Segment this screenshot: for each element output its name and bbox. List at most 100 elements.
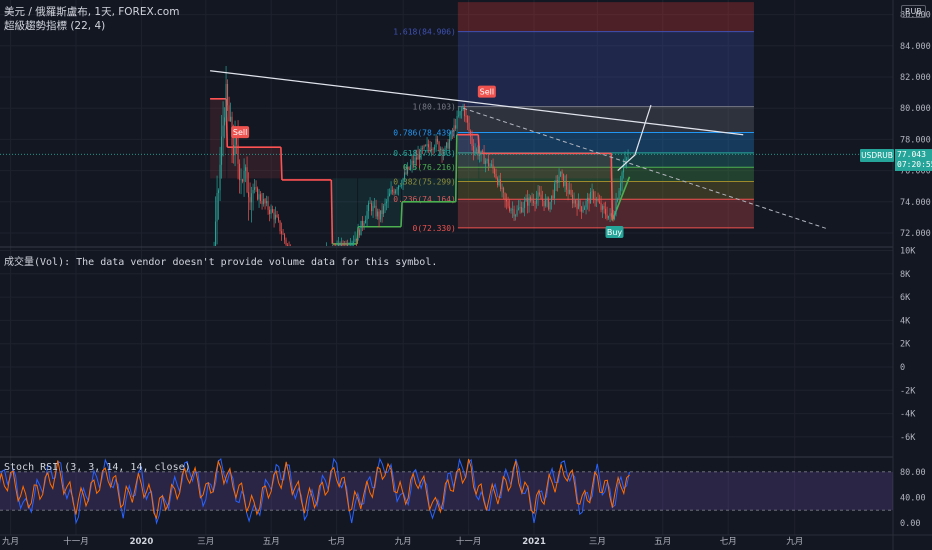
- candle-body: [202, 335, 203, 337]
- candle-body: [363, 223, 365, 226]
- chart-header: 美元 / 俄羅斯盧布, 1天, FOREX.com 超級趨勢指標 (22, 4): [4, 5, 179, 33]
- candle-body: [396, 189, 398, 191]
- candle-body: [582, 209, 584, 212]
- candle-body: [381, 210, 383, 214]
- candle-body: [393, 191, 395, 194]
- price-axis-label: 80.000: [900, 104, 931, 114]
- candle-body: [482, 150, 484, 152]
- supertrend-segment: [610, 153, 614, 221]
- candle-body: [467, 116, 469, 123]
- volume-axis-label: -2K: [900, 386, 916, 396]
- candle-body: [545, 199, 547, 206]
- price-axis-label: 82.000: [900, 73, 931, 83]
- candle-body: [399, 185, 401, 187]
- currency-badge[interactable]: RUB: [901, 5, 926, 18]
- volume-axis-label: 10K: [900, 247, 916, 257]
- candle-body: [521, 206, 523, 213]
- candle-body: [416, 157, 418, 160]
- candle-body: [384, 203, 386, 206]
- candle-body: [359, 229, 361, 236]
- candle-body: [479, 154, 481, 157]
- candle-body: [540, 194, 542, 200]
- time-axis-label: 2020: [130, 537, 154, 547]
- candle-body: [285, 239, 287, 246]
- candle-body: [515, 215, 517, 217]
- candle-body: [504, 192, 506, 200]
- candle-body: [146, 380, 147, 386]
- candle-body: [216, 193, 218, 222]
- candle-body: [267, 201, 269, 210]
- candle-body: [450, 131, 452, 140]
- candle-body: [161, 396, 162, 398]
- candle-body: [239, 163, 241, 181]
- rsi-axis-label: 40.00: [900, 493, 926, 503]
- candle-body: [164, 396, 165, 398]
- candle-body: [148, 384, 149, 385]
- candle-body: [507, 201, 509, 207]
- candle-body: [420, 147, 422, 160]
- candle-body: [591, 191, 593, 193]
- candle-body: [310, 274, 311, 281]
- candle-body: [537, 192, 539, 199]
- candle-body: [368, 203, 370, 212]
- fib-level-label: 0(72.330): [413, 224, 456, 233]
- candle-body: [572, 194, 574, 204]
- candle-body: [199, 343, 200, 357]
- candle-body: [163, 397, 164, 398]
- candle-body: [243, 170, 245, 182]
- fib-level-label: 0.786(78.439): [393, 129, 456, 138]
- indicator-title[interactable]: 超級趨勢指標 (22, 4): [4, 19, 179, 33]
- candle-body: [429, 147, 431, 151]
- candle-body: [495, 174, 497, 179]
- candle-body: [425, 145, 427, 147]
- candle-body: [287, 245, 289, 246]
- candle-body: [410, 164, 412, 170]
- candle-body: [539, 192, 541, 195]
- candle-body: [334, 248, 335, 250]
- fib-zone: [457, 2, 754, 32]
- candle-body: [527, 198, 529, 206]
- volume-axis-label: 6K: [900, 293, 911, 303]
- rsi-axis-label: 80.00: [900, 468, 926, 478]
- candle-body: [275, 214, 277, 220]
- candle-body: [154, 389, 155, 390]
- candle-body: [603, 205, 605, 209]
- candle-body: [365, 219, 367, 224]
- candle-body: [328, 248, 329, 249]
- price-pane: 0(72.330)0.236(74.164)0.382(75.299)0.5(7…: [145, 2, 826, 398]
- candle-body: [302, 268, 303, 270]
- fib-zone: [457, 106, 754, 133]
- candle-body: [245, 167, 247, 171]
- candle-body: [590, 191, 592, 204]
- fib-zone: [457, 31, 754, 107]
- candle-body: [270, 209, 272, 214]
- candle-body: [605, 208, 607, 215]
- candle-body: [176, 381, 177, 383]
- supertrend-fill: [332, 178, 358, 244]
- candle-body: [251, 193, 253, 203]
- candle-body: [488, 159, 490, 167]
- symbol-title[interactable]: 美元 / 俄羅斯盧布, 1天, FOREX.com: [4, 5, 179, 19]
- volume-axis-label: 8K: [900, 270, 911, 280]
- candle-body: [266, 201, 268, 204]
- candle-body: [455, 125, 457, 129]
- candle-body: [435, 138, 437, 148]
- volume-pane-note[interactable]: 成交量(Vol): The data vendor doesn't provid…: [4, 253, 437, 268]
- candle-body: [519, 206, 521, 209]
- candle-body: [599, 201, 601, 203]
- candle-body: [594, 198, 596, 201]
- candle-body: [395, 190, 397, 194]
- candle-body: [402, 178, 404, 185]
- last-price-symbol-tag: USDRUB: [860, 149, 894, 162]
- candle-body: [471, 136, 473, 146]
- candle-body: [248, 192, 250, 198]
- candle-body: [145, 380, 146, 382]
- stoch-rsi-title[interactable]: Stoch RSI (3, 3, 14, 14, close): [4, 462, 191, 473]
- candle-body: [576, 203, 578, 209]
- candle-body: [461, 109, 463, 112]
- time-axis-label: 十一月: [456, 536, 482, 547]
- supertrend-fill: [456, 134, 479, 179]
- candle-body: [623, 165, 625, 173]
- candle-body: [185, 369, 186, 376]
- time-axis-label: 九月: [786, 537, 803, 547]
